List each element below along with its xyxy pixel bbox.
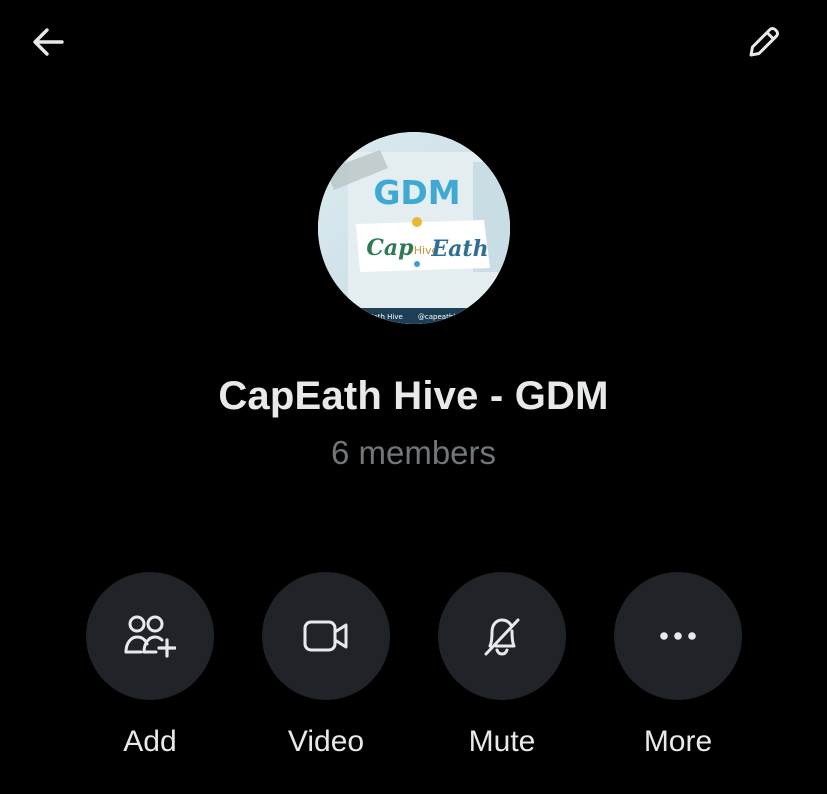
svg-text:@capeathhive: @capeathhive	[418, 313, 468, 321]
group-avatar[interactable]: GDM Cap Hive Eath Cap Eath Hive @capeath…	[318, 132, 510, 324]
add-button[interactable]	[86, 572, 214, 700]
group-avatar-image: GDM Cap Hive Eath Cap Eath Hive @capeath…	[318, 132, 510, 324]
member-count[interactable]: 6 members	[0, 434, 827, 472]
mute-button[interactable]	[438, 572, 566, 700]
edit-button[interactable]	[740, 18, 788, 66]
bell-off-icon	[484, 618, 520, 656]
arrow-left-icon	[33, 28, 64, 56]
add-people-icon	[124, 615, 176, 658]
group-name: CapEath Hive - GDM	[218, 374, 609, 418]
more-action[interactable]: More	[588, 572, 768, 759]
video-camera-icon	[303, 620, 348, 652]
more-button[interactable]	[614, 572, 742, 700]
more-label: More	[643, 725, 713, 758]
video-button[interactable]	[262, 572, 390, 700]
mute-label: Mute	[468, 725, 536, 758]
add-label: Add	[123, 725, 177, 758]
add-action[interactable]: Add	[60, 572, 240, 759]
mute-action[interactable]: Mute	[412, 572, 592, 759]
more-dots-icon	[660, 632, 696, 640]
back-button[interactable]	[24, 18, 72, 66]
svg-text:GDM: GDM	[373, 173, 460, 212]
svg-text:Cap Eath Hive: Cap Eath Hive	[353, 313, 403, 321]
svg-text:Eath: Eath	[430, 236, 488, 262]
pencil-icon	[749, 26, 780, 57]
video-label: Video	[287, 725, 365, 758]
video-action[interactable]: Video	[236, 572, 416, 759]
svg-text:Cap: Cap	[366, 235, 414, 261]
